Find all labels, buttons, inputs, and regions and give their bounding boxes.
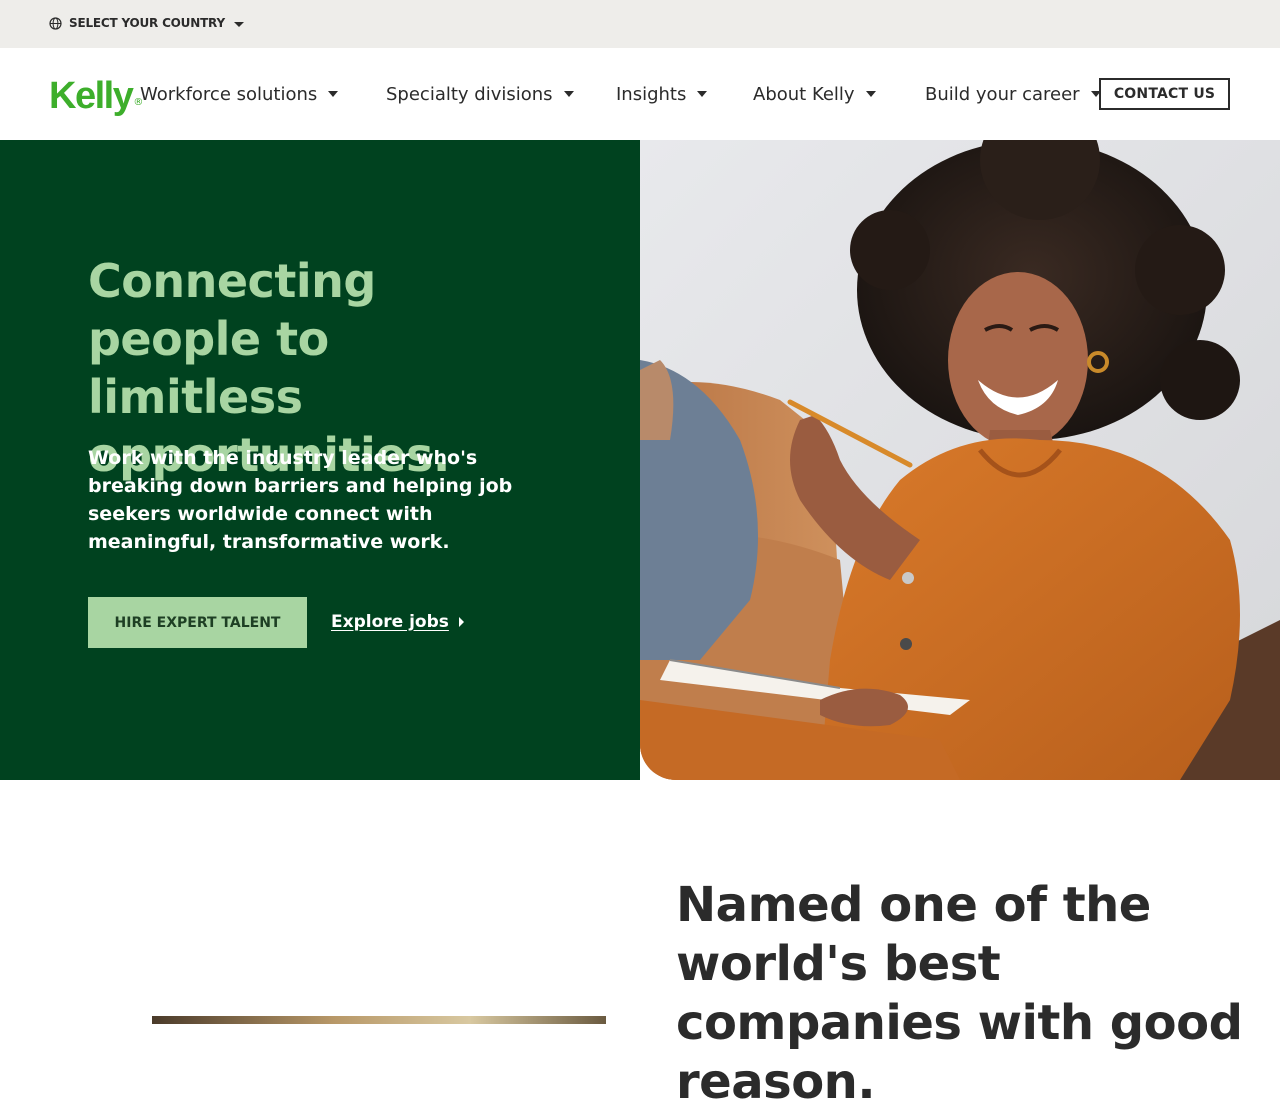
utility-bar: SELECT YOUR COUNTRY [0,0,1280,48]
explore-jobs-link[interactable]: Explore jobs [331,608,464,636]
chevron-down-icon [233,21,244,27]
nav-item-label: Build your career [925,83,1080,105]
hire-expert-talent-button[interactable]: HIRE EXPERT TALENT [88,597,307,648]
hero-description: Work with the industry leader who's brea… [88,447,513,553]
country-selector[interactable]: SELECT YOUR COUNTRY [49,14,244,32]
chevron-right-icon [458,617,464,627]
nav-item-workforce-solutions[interactable]: Workforce solutions [140,80,339,108]
logo-wordmark: Kelly [49,75,134,117]
chevron-down-icon [697,91,708,97]
nav-item-build-your-career[interactable]: Build your career [925,80,1101,108]
nav-item-label: Insights [616,83,687,105]
award-section-image [152,1016,606,1024]
nav-item-specialty-divisions[interactable]: Specialty divisions [386,80,574,108]
kelly-logo[interactable]: Kelly ® [49,70,143,118]
hero-panel: Connecting people to limitless opportuni… [0,140,640,780]
nav-item-insights[interactable]: Insights [616,80,708,108]
award-heading: Named one of the world's best companies … [676,877,1243,1110]
country-selector-label: SELECT YOUR COUNTRY [69,16,225,30]
nav-item-label: Specialty divisions [386,83,553,105]
chevron-down-icon [865,91,876,97]
chevron-down-icon [563,91,574,97]
contact-us-button[interactable]: CONTACT US [1099,78,1230,110]
hero-image [640,140,1280,780]
nav-item-label: Workforce solutions [140,83,318,105]
nav-item-label: About Kelly [753,83,855,105]
chevron-down-icon [328,91,339,97]
nav-item-about-kelly[interactable]: About Kelly [753,80,876,108]
globe-icon [49,16,62,30]
main-header: Kelly ® Workforce solutions Specialty di… [0,48,1280,140]
explore-jobs-label: Explore jobs [331,612,449,632]
